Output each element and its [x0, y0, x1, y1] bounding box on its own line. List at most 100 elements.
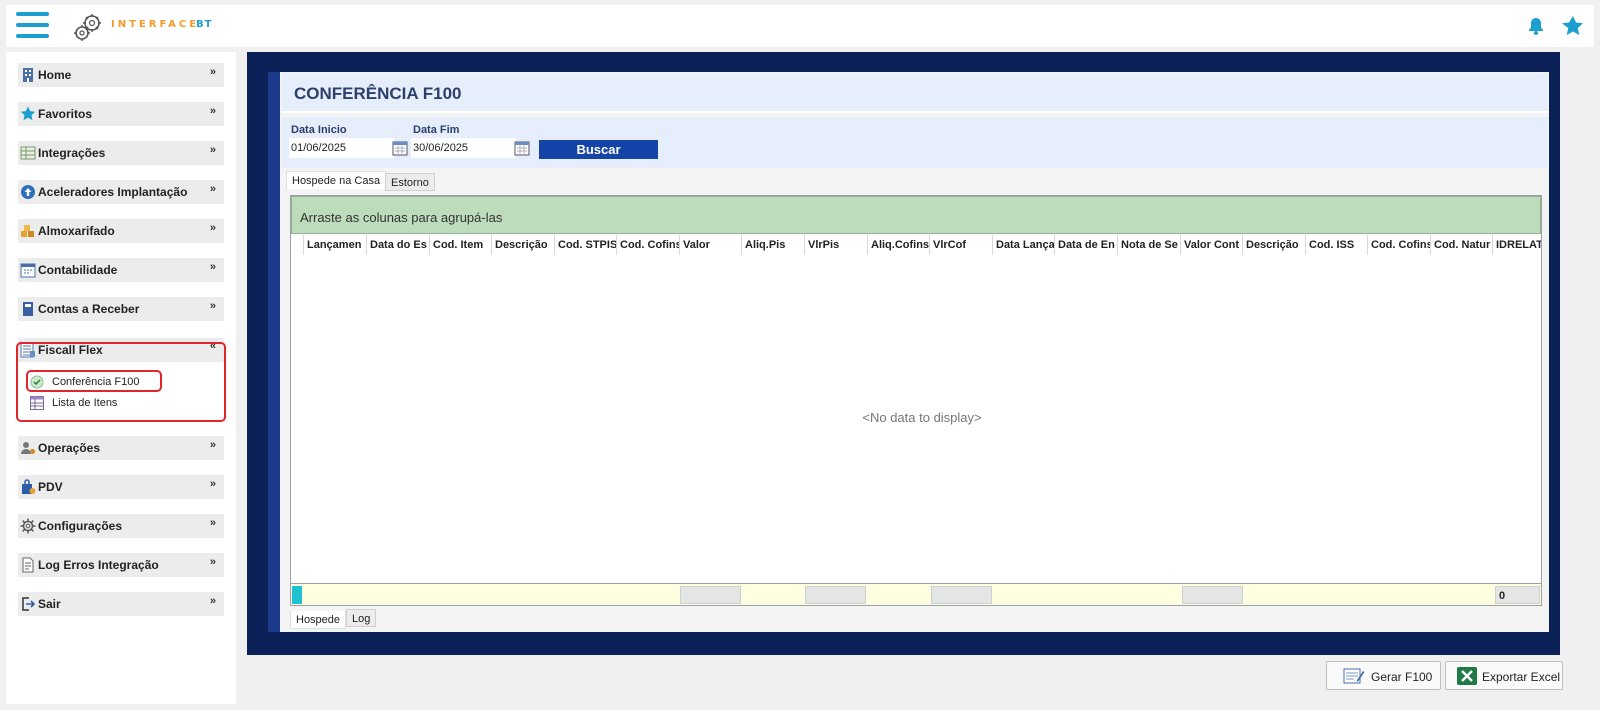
- tab-hospede-na-casa[interactable]: Hospede na Casa: [286, 171, 387, 189]
- sidebar-item-aceleradores[interactable]: Aceleradores Implantação »: [18, 180, 224, 204]
- document-edit-icon: [1343, 668, 1365, 684]
- user-gear-icon: [21, 442, 35, 454]
- column-header[interactable]: Valor: [679, 235, 741, 255]
- column-header[interactable]: Aliq.Pis: [741, 235, 804, 255]
- grid-icon: [20, 146, 36, 160]
- sidebar-item-label: Sair: [38, 597, 61, 611]
- chevron-double-down-icon: »: [209, 222, 216, 234]
- content-left-strip: [268, 72, 280, 632]
- chevron-double-down-icon: »: [209, 144, 216, 156]
- sidebar-item-label: Log Erros Integração: [38, 558, 159, 572]
- document-icon: [22, 557, 34, 573]
- footer-summary-cell: [805, 586, 866, 604]
- column-header[interactable]: Descrição: [491, 235, 554, 255]
- sidebar: Home » Favoritos » Integrações » Acelera…: [6, 52, 236, 704]
- group-by-panel[interactable]: Arraste as colunas para agrupá-las: [291, 196, 1541, 234]
- column-header[interactable]: VlrCof: [929, 235, 992, 255]
- sidebar-item-contas-a-receber[interactable]: Contas a Receber »: [18, 297, 224, 321]
- sidebar-item-integracoes[interactable]: Integrações »: [18, 141, 224, 165]
- column-header[interactable]: Cod. Cofins: [616, 235, 679, 255]
- calendar-icon[interactable]: [514, 140, 530, 156]
- column-header[interactable]: Cod. Cofins: [1367, 235, 1430, 255]
- logo-suffix: BT: [196, 19, 213, 30]
- filter-bar: Data Inicio Data Fim Buscar: [282, 117, 1548, 168]
- logo-gears-icon: [74, 14, 101, 41]
- footer-indicator: [292, 586, 302, 604]
- gerar-f100-button[interactable]: Gerar F100: [1326, 661, 1441, 690]
- sidebar-item-label: Home: [38, 68, 72, 82]
- column-header[interactable]: Descrição: [1242, 235, 1305, 255]
- boxes-icon: [21, 225, 34, 237]
- sidebar-subitem-label: Lista de Itens: [52, 397, 118, 409]
- tab-log[interactable]: Log: [346, 609, 377, 627]
- column-header[interactable]: Nota de Se: [1117, 235, 1180, 255]
- sidebar-item-favoritos[interactable]: Favoritos »: [18, 102, 224, 126]
- column-header[interactable]: Cod. Item: [429, 235, 491, 255]
- sidebar-item-log-erros[interactable]: Log Erros Integração »: [18, 553, 224, 577]
- exportar-excel-button[interactable]: Exportar Excel: [1445, 661, 1563, 690]
- sidebar-item-almoxarifado[interactable]: Almoxarifado »: [18, 219, 224, 243]
- sidebar-item-configuracoes[interactable]: Configurações »: [18, 514, 224, 538]
- chevron-double-down-icon: »: [209, 517, 216, 529]
- sidebar-item-label: Aceleradores Implantação: [38, 185, 188, 199]
- sidebar-subitem-lista-de-itens[interactable]: Lista de Itens: [26, 393, 176, 413]
- top-bar: INTERFACE BT: [6, 5, 1594, 47]
- data-grid: Arraste as colunas para agrupá-las Lança…: [290, 195, 1542, 606]
- sidebar-item-operacoes[interactable]: Operações »: [18, 436, 224, 460]
- sidebar-item-label: Configurações: [38, 519, 123, 533]
- star-icon: [20, 106, 36, 121]
- footer-summary-cell: [1182, 586, 1243, 604]
- chevron-double-down-icon: »: [209, 478, 216, 490]
- column-header[interactable]: Data de En: [1054, 235, 1117, 255]
- notebook-icon: [23, 302, 33, 316]
- chevron-double-down-icon: »: [209, 439, 216, 451]
- hamburger-menu-icon[interactable]: [16, 12, 49, 38]
- logo-text: INTERFACE: [111, 19, 200, 30]
- sidebar-item-label: Favoritos: [38, 107, 93, 121]
- star-icon[interactable]: [1562, 15, 1584, 37]
- column-header[interactable]: Valor Cont: [1180, 235, 1242, 255]
- bell-icon[interactable]: [1526, 16, 1546, 36]
- data-inicio-input[interactable]: [289, 138, 394, 158]
- column-header[interactable]: Cod. Natur: [1430, 235, 1492, 255]
- chevron-double-down-icon: »: [209, 595, 216, 607]
- tab-estorno[interactable]: Estorno: [385, 173, 435, 191]
- group-by-hint: Arraste as colunas para agrupá-las: [300, 210, 503, 225]
- gear-icon: [20, 518, 36, 534]
- column-header-row: Lançamen Data do Es Cod. Item Descrição …: [291, 235, 1541, 255]
- footer-count: 0: [1495, 586, 1540, 604]
- sidebar-item-label: Contabilidade: [38, 263, 118, 277]
- sidebar-item-pdv[interactable]: PDV »: [18, 475, 224, 499]
- chevron-double-down-icon: »: [209, 66, 216, 78]
- footer-summary-cell: [680, 586, 741, 604]
- chevron-double-down-icon: »: [209, 261, 216, 273]
- highlight-box: [26, 370, 162, 392]
- column-header[interactable]: Cod. STPIS: [554, 235, 616, 255]
- column-header[interactable]: Data do Es: [366, 235, 429, 255]
- calendar-icon[interactable]: [392, 140, 408, 156]
- list-table-icon: [30, 396, 44, 410]
- column-header[interactable]: Aliq.Cofins: [867, 235, 929, 255]
- data-inicio-label: Data Inicio: [291, 124, 347, 136]
- chevron-double-down-icon: »: [209, 105, 216, 117]
- sidebar-item-label: Contas a Receber: [38, 302, 140, 316]
- column-header[interactable]: VlrPis: [804, 235, 867, 255]
- column-header[interactable]: Data Lança: [992, 235, 1054, 255]
- sidebar-item-sair[interactable]: Sair »: [18, 592, 224, 616]
- chevron-double-down-icon: »: [209, 183, 216, 195]
- sidebar-item-label: PDV: [38, 480, 63, 494]
- bag-icon: [22, 479, 36, 494]
- tab-hospede[interactable]: Hospede: [290, 611, 347, 629]
- sidebar-item-home[interactable]: Home »: [18, 63, 224, 87]
- buscar-button[interactable]: Buscar: [539, 140, 658, 159]
- grid-footer-row: 0: [291, 583, 1541, 605]
- sidebar-item-label: Almoxarifado: [38, 224, 115, 238]
- title-bar: CONFERÊNCIA F100: [282, 73, 1548, 113]
- arrow-up-circle-icon: [21, 185, 35, 199]
- column-header[interactable]: Lançamen: [303, 235, 366, 255]
- column-header[interactable]: Cod. ISS: [1305, 235, 1367, 255]
- building-icon: [23, 68, 33, 82]
- data-fim-input[interactable]: [411, 138, 516, 158]
- column-header[interactable]: IDRELAT: [1492, 235, 1541, 255]
- sidebar-item-contabilidade[interactable]: Contabilidade »: [18, 258, 224, 282]
